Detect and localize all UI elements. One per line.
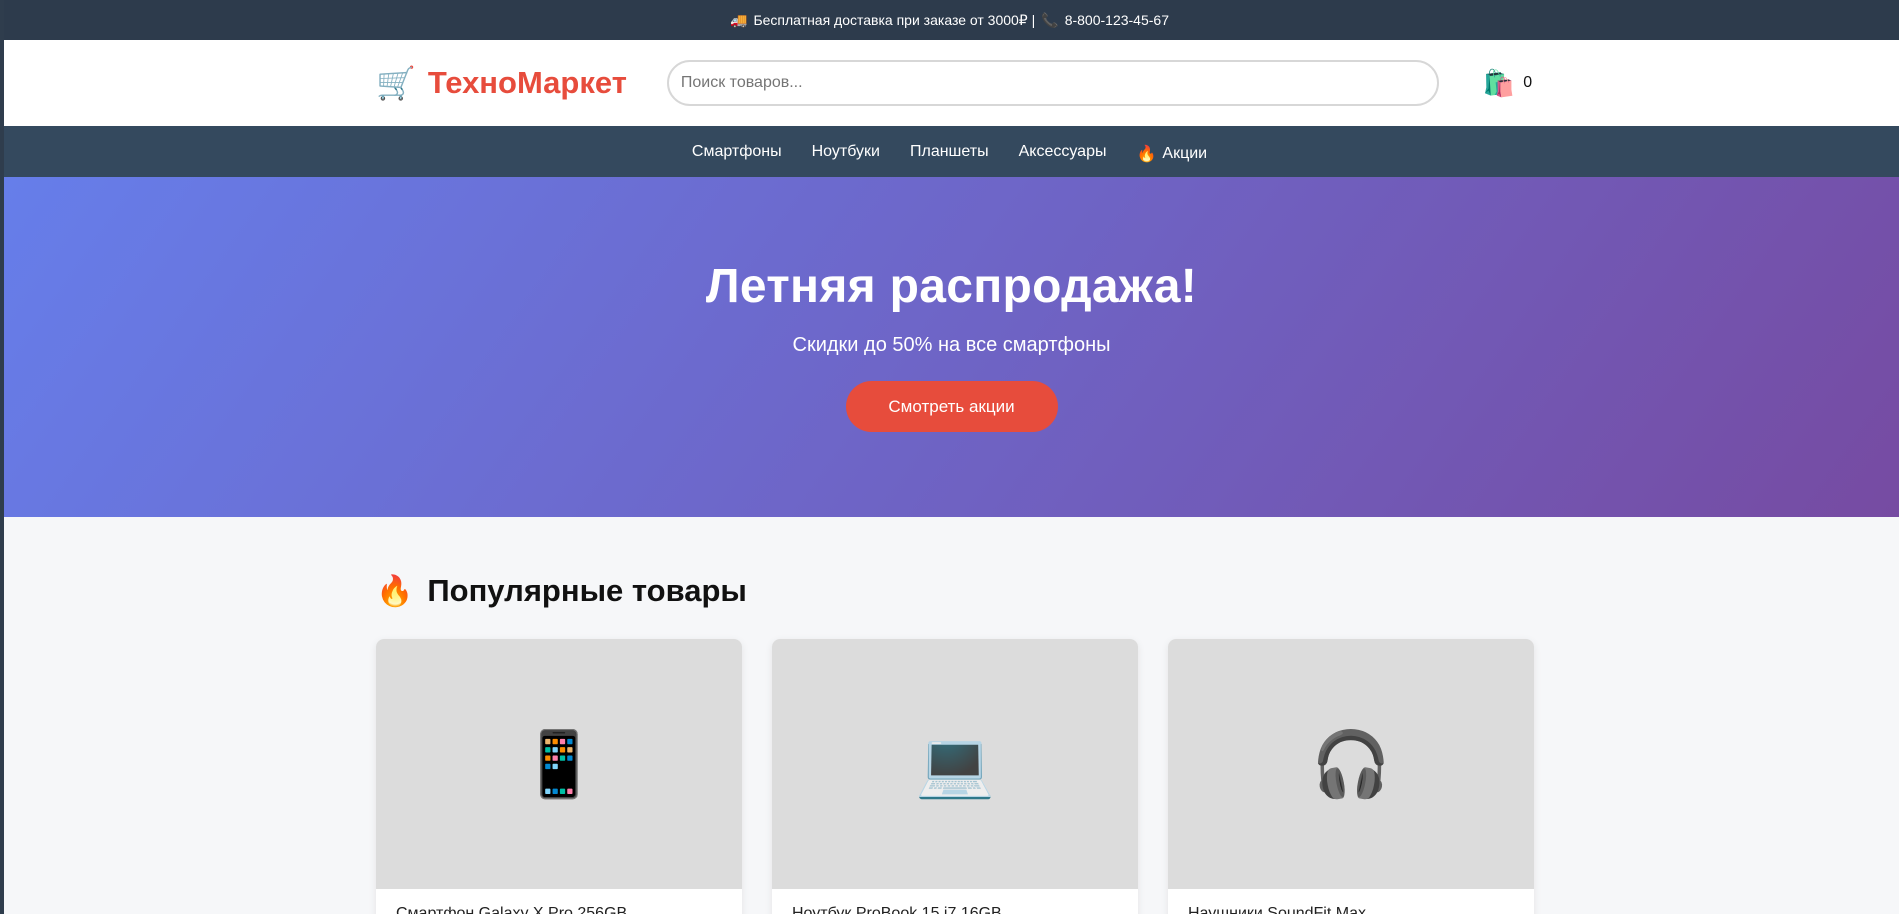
delivery-text: Бесплатная доставка при заказе от 3000₽ …	[753, 11, 1036, 28]
nav-item-tablets[interactable]: Планшеты	[910, 143, 989, 161]
main-nav: Смартфоны Ноутбуки Планшеты Аксессуары 🔥…	[0, 126, 1899, 177]
nav-item-accessories[interactable]: Аксессуары	[1019, 143, 1107, 161]
product-title[interactable]: Наушники SoundFit Max	[1168, 889, 1534, 914]
product-image[interactable]: 📱	[376, 639, 742, 889]
product-grid: 📱 Смартфон Galaxy X Pro 256GB 💻 Ноутбук …	[376, 639, 1899, 914]
cart-count: 0	[1523, 74, 1533, 91]
logo[interactable]: 🛒 ТехноМаркет	[376, 64, 627, 102]
popular-products-section: 🔥 Популярные товары 📱 Смартфон Galaxy X …	[0, 573, 1899, 914]
view-promotions-button[interactable]: Смотреть акции	[845, 381, 1058, 432]
nav-item-promotions[interactable]: 🔥 Акции	[1136, 144, 1207, 164]
hero-subtitle: Скидки до 50% на все смартфоны	[792, 334, 1111, 356]
smartphone-icon: 📱	[519, 727, 599, 800]
fire-icon: 🔥	[376, 574, 414, 608]
product-image[interactable]: 💻	[772, 639, 1138, 889]
search-input[interactable]	[666, 60, 1439, 106]
fire-icon: 🔥	[1136, 145, 1157, 163]
shopping-cart-icon: 🛒	[376, 65, 416, 101]
section-title-text: Популярные товары	[427, 573, 747, 608]
nav-item-smartphones[interactable]: Смартфоны	[692, 143, 782, 161]
product-card[interactable]: 💻 Ноутбук ProBook 15 i7 16GB	[772, 639, 1138, 914]
brand-name: ТехноМаркет	[427, 65, 627, 100]
nav-item-label: Акции	[1162, 144, 1208, 162]
phone-number[interactable]: 8-800-123-45-67	[1065, 12, 1169, 28]
product-card[interactable]: 📱 Смартфон Galaxy X Pro 256GB	[376, 639, 742, 914]
site-header: 🛒 ТехноМаркет 🛍️ 0	[0, 40, 1899, 126]
cart-button[interactable]: 🛍️ 0	[1483, 68, 1532, 99]
product-title[interactable]: Ноутбук ProBook 15 i7 16GB	[772, 889, 1138, 914]
hero-title: Летняя распродажа!	[705, 260, 1198, 313]
headphones-icon: 🎧	[1311, 727, 1391, 800]
section-title: 🔥 Популярные товары	[376, 573, 1899, 609]
phone-icon: 📞	[1041, 11, 1059, 28]
truck-icon: 🚚	[730, 11, 748, 28]
product-title[interactable]: Смартфон Galaxy X Pro 256GB	[376, 889, 742, 914]
shopping-bag-icon: 🛍️	[1482, 67, 1516, 98]
window-edge	[0, 0, 4, 914]
hero-banner: Летняя распродажа! Скидки до 50% на все …	[0, 177, 1899, 517]
nav-item-laptops[interactable]: Ноутбуки	[812, 143, 880, 161]
top-announcement-bar: 🚚 Бесплатная доставка при заказе от 3000…	[0, 0, 1899, 40]
laptop-icon: 💻	[915, 727, 995, 800]
product-image[interactable]: 🎧	[1168, 639, 1534, 889]
product-card[interactable]: 🎧 Наушники SoundFit Max	[1168, 639, 1534, 914]
